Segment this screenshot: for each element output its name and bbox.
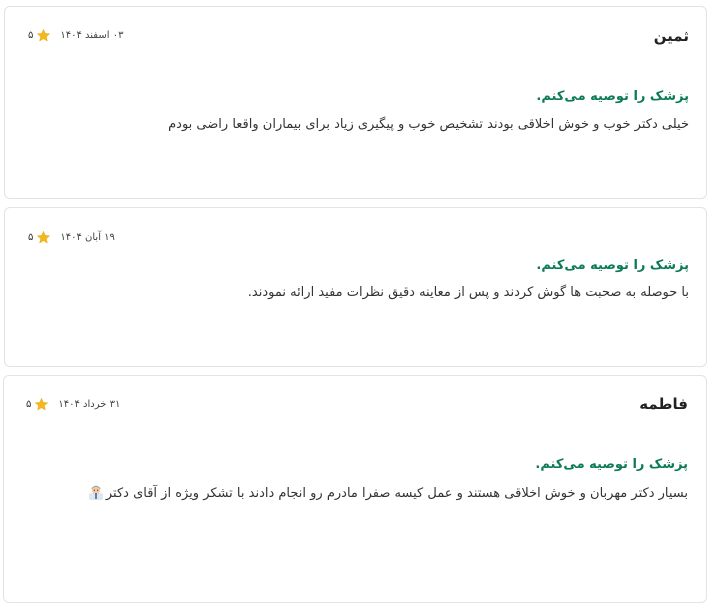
review-card: ثمین ۵ ۰۳ اسفند ۱۴۰۴ پزشک را توصیه می‌کن… bbox=[4, 6, 707, 199]
star-icon bbox=[35, 397, 49, 411]
review-comment-row: بسیار دکتر مهربان و خوش اخلاقی هستند و ع… bbox=[88, 484, 688, 501]
review-comment: خیلی دکتر خوب و خوش اخلاقی بودند تشخیص خ… bbox=[168, 117, 689, 132]
reviewer-name: ثمین bbox=[653, 27, 689, 45]
rating-value: ۵ bbox=[28, 232, 34, 243]
review-meta: ۵ ۱۹ آبان ۱۴۰۴ bbox=[28, 230, 115, 245]
recommend-label: پزشک را توصیه می‌کنم. bbox=[536, 258, 689, 273]
review-comment: با حوصله به صحبت ها گوش کردند و پس از مع… bbox=[247, 285, 689, 300]
recommend-label: پزشک را توصیه می‌کنم. bbox=[536, 89, 689, 104]
reviewer-name: فاطمه bbox=[639, 395, 688, 413]
rating-value: ۵ bbox=[28, 30, 34, 41]
review-date: ۰۳ اسفند ۱۴۰۴ bbox=[60, 30, 124, 41]
review-card: ۵ ۱۹ آبان ۱۴۰۴ پزشک را توصیه می‌کنم. با … bbox=[4, 207, 707, 367]
star-icon bbox=[37, 230, 51, 244]
review-meta: ۵ ۰۳ اسفند ۱۴۰۴ bbox=[28, 28, 123, 43]
doctor-emoji-icon bbox=[88, 485, 103, 500]
review-date: ۳۱ خرداد ۱۴۰۴ bbox=[58, 399, 121, 410]
star-icon bbox=[37, 28, 51, 42]
recommend-label: پزشک را توصیه می‌کنم. bbox=[535, 457, 688, 472]
review-meta: ۵ ۳۱ خرداد ۱۴۰۴ bbox=[26, 397, 120, 412]
rating-value: ۵ bbox=[26, 399, 32, 410]
review-date: ۱۹ آبان ۱۴۰۴ bbox=[60, 232, 115, 243]
review-comment: بسیار دکتر مهربان و خوش اخلاقی هستند و ع… bbox=[105, 486, 688, 501]
review-card: فاطمه ۵ ۳۱ خرداد ۱۴۰۴ پزشک را توصیه می‌ک… bbox=[3, 375, 707, 603]
